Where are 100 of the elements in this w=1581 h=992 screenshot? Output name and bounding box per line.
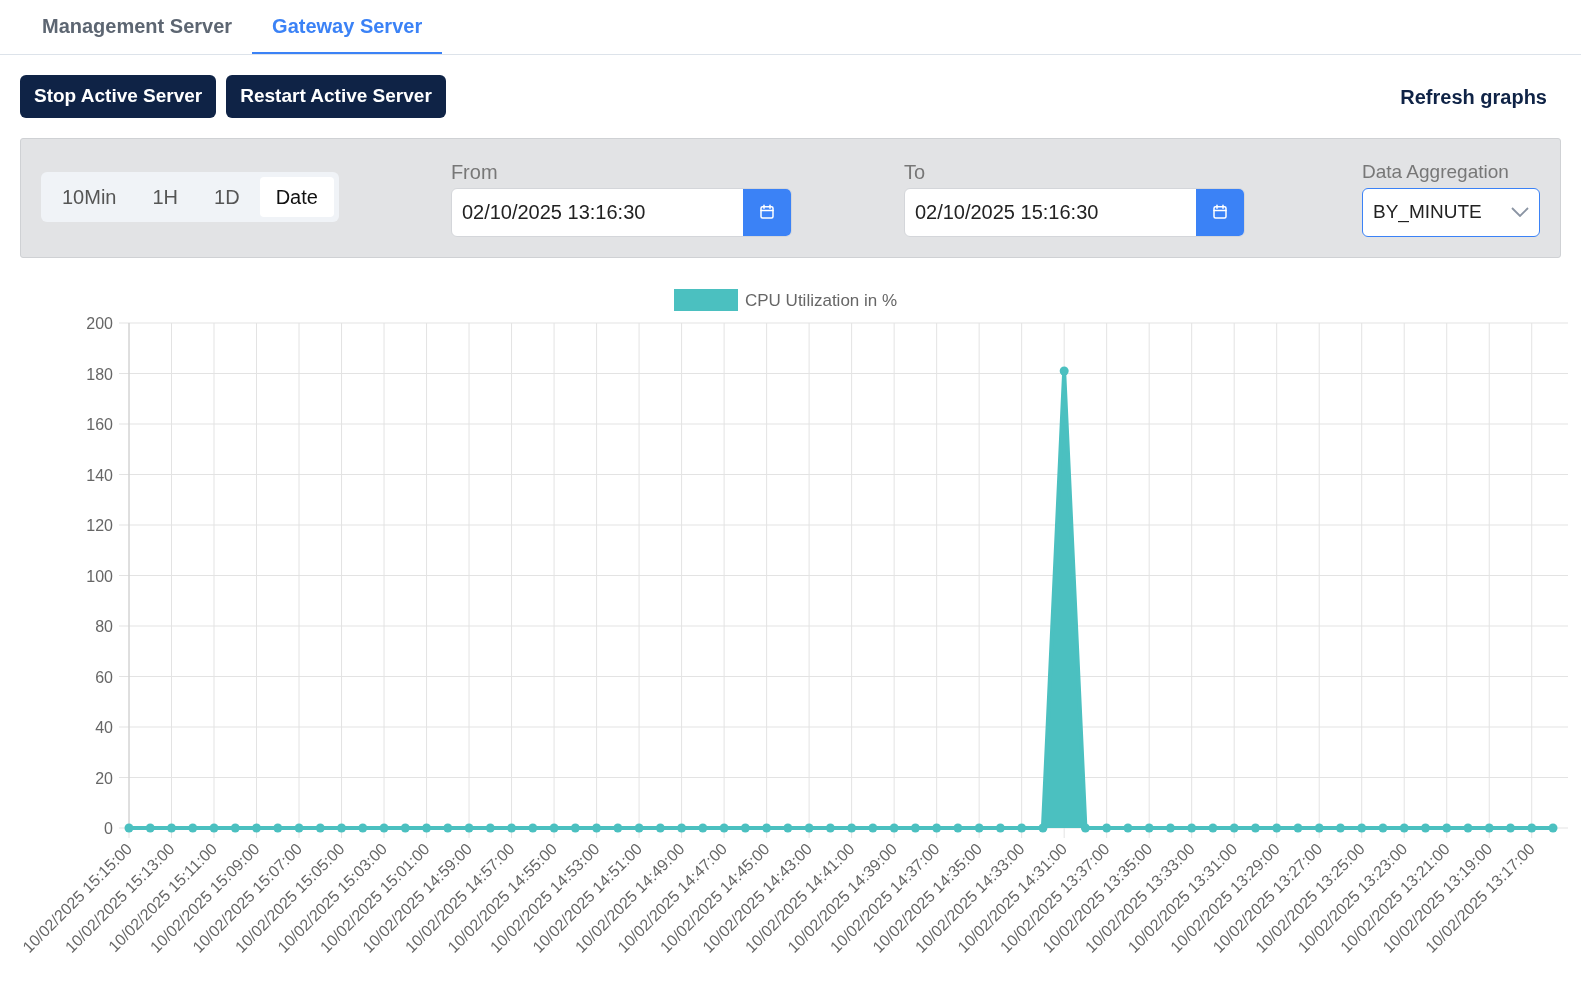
y-tick-label: 40 — [95, 719, 113, 736]
data-point — [209, 823, 219, 833]
calendar-button[interactable] — [1195, 188, 1244, 236]
data-point — [825, 823, 835, 833]
data-point — [762, 823, 772, 833]
data-point — [1272, 823, 1282, 833]
data-point — [1229, 823, 1239, 833]
field-label: From — [450, 159, 499, 184]
data-point — [294, 823, 304, 833]
data-point — [507, 823, 517, 833]
data-point — [145, 823, 155, 833]
data-point — [995, 823, 1005, 833]
data-point — [1293, 823, 1303, 833]
data-point — [337, 823, 347, 833]
data-point — [1208, 823, 1218, 833]
data-point — [698, 823, 708, 833]
data-point — [847, 823, 857, 833]
legend-swatch[interactable] — [674, 289, 738, 311]
field-label: To — [903, 159, 926, 184]
y-tick-label: 180 — [86, 365, 113, 383]
data-point — [974, 823, 984, 833]
data-point — [400, 823, 410, 833]
data-point — [1463, 823, 1473, 833]
refresh-graphs-link[interactable]: Refresh graphs — [1400, 81, 1561, 112]
data-point — [1144, 823, 1154, 833]
range-option[interactable]: 1H — [136, 177, 195, 217]
data-point — [655, 823, 665, 833]
data-point — [613, 823, 623, 833]
data-point — [868, 823, 878, 833]
range-option[interactable]: Date — [259, 177, 334, 217]
data-point — [1399, 823, 1409, 833]
data-point — [1378, 823, 1388, 833]
y-tick-label: 140 — [86, 466, 113, 484]
data-point — [1421, 823, 1430, 833]
data-point — [1250, 823, 1260, 833]
data-point — [1059, 366, 1069, 376]
data-point — [910, 823, 920, 833]
data-point — [953, 823, 963, 833]
tab[interactable]: Management Server — [22, 0, 253, 54]
data-point — [252, 823, 261, 833]
data-point — [230, 823, 240, 833]
data-point — [592, 823, 602, 833]
y-tick-label: 200 — [86, 315, 113, 332]
data-point — [1123, 823, 1133, 833]
data-point — [1335, 823, 1345, 833]
data-point — [549, 823, 559, 833]
data-point — [1506, 823, 1515, 833]
data-point — [1314, 823, 1324, 833]
chevron-down-icon — [1511, 207, 1529, 217]
data-point — [1102, 823, 1112, 833]
range-option[interactable]: 1D — [198, 177, 256, 217]
data-point — [719, 823, 729, 833]
data-point — [1080, 823, 1090, 833]
data-point — [889, 823, 899, 833]
y-tick-label: 80 — [95, 618, 113, 635]
data-point — [740, 823, 750, 833]
data-point — [1165, 823, 1175, 833]
y-tick-label: 60 — [95, 668, 113, 686]
y-tick-label: 0 — [104, 820, 113, 837]
data-point — [783, 823, 793, 833]
data-point — [188, 823, 198, 833]
legend-label[interactable]: CPU Utilization in % — [745, 291, 898, 310]
data-point — [1017, 823, 1027, 833]
field-label: Data Aggregation — [1362, 159, 1510, 184]
aggregation-select[interactable]: BY_MINUTE — [1362, 187, 1540, 237]
range-option[interactable]: 10Min — [46, 177, 133, 217]
y-tick-label: 160 — [86, 416, 113, 433]
data-point — [273, 823, 283, 833]
field-value: 02/10/2025 15:16:30 — [913, 200, 1100, 225]
calendar-button[interactable] — [742, 188, 791, 236]
data-point — [464, 823, 474, 833]
data-point — [804, 823, 814, 833]
action-button[interactable]: Stop Active Server — [20, 75, 217, 118]
data-point — [443, 823, 453, 833]
data-point — [124, 823, 134, 833]
data-point — [1038, 823, 1048, 833]
y-tick-label: 100 — [86, 567, 113, 585]
data-point — [1527, 823, 1537, 833]
data-point — [570, 823, 580, 833]
data-point — [1484, 823, 1494, 833]
data-point — [634, 823, 644, 833]
data-point — [485, 823, 495, 833]
data-point — [932, 823, 942, 833]
data-point — [528, 823, 538, 833]
field-value: 02/10/2025 13:16:30 — [460, 200, 647, 225]
date-field[interactable]: 02/10/2025 13:16:30 — [450, 187, 792, 237]
data-point — [315, 823, 325, 833]
calendar-icon — [757, 203, 776, 221]
y-tick-label: 120 — [86, 517, 113, 534]
data-point — [379, 823, 389, 833]
data-point — [1357, 823, 1367, 833]
action-button[interactable]: Restart Active Server — [226, 75, 446, 118]
date-field[interactable]: 02/10/2025 15:16:30 — [903, 187, 1245, 237]
select-value: BY_MINUTE — [1373, 199, 1483, 225]
y-tick-label: 20 — [95, 769, 113, 787]
data-point — [358, 823, 368, 833]
calendar-icon — [1210, 203, 1229, 221]
data-point — [677, 823, 687, 833]
data-point — [1548, 823, 1558, 833]
tab[interactable]: Gateway Server — [252, 0, 443, 54]
